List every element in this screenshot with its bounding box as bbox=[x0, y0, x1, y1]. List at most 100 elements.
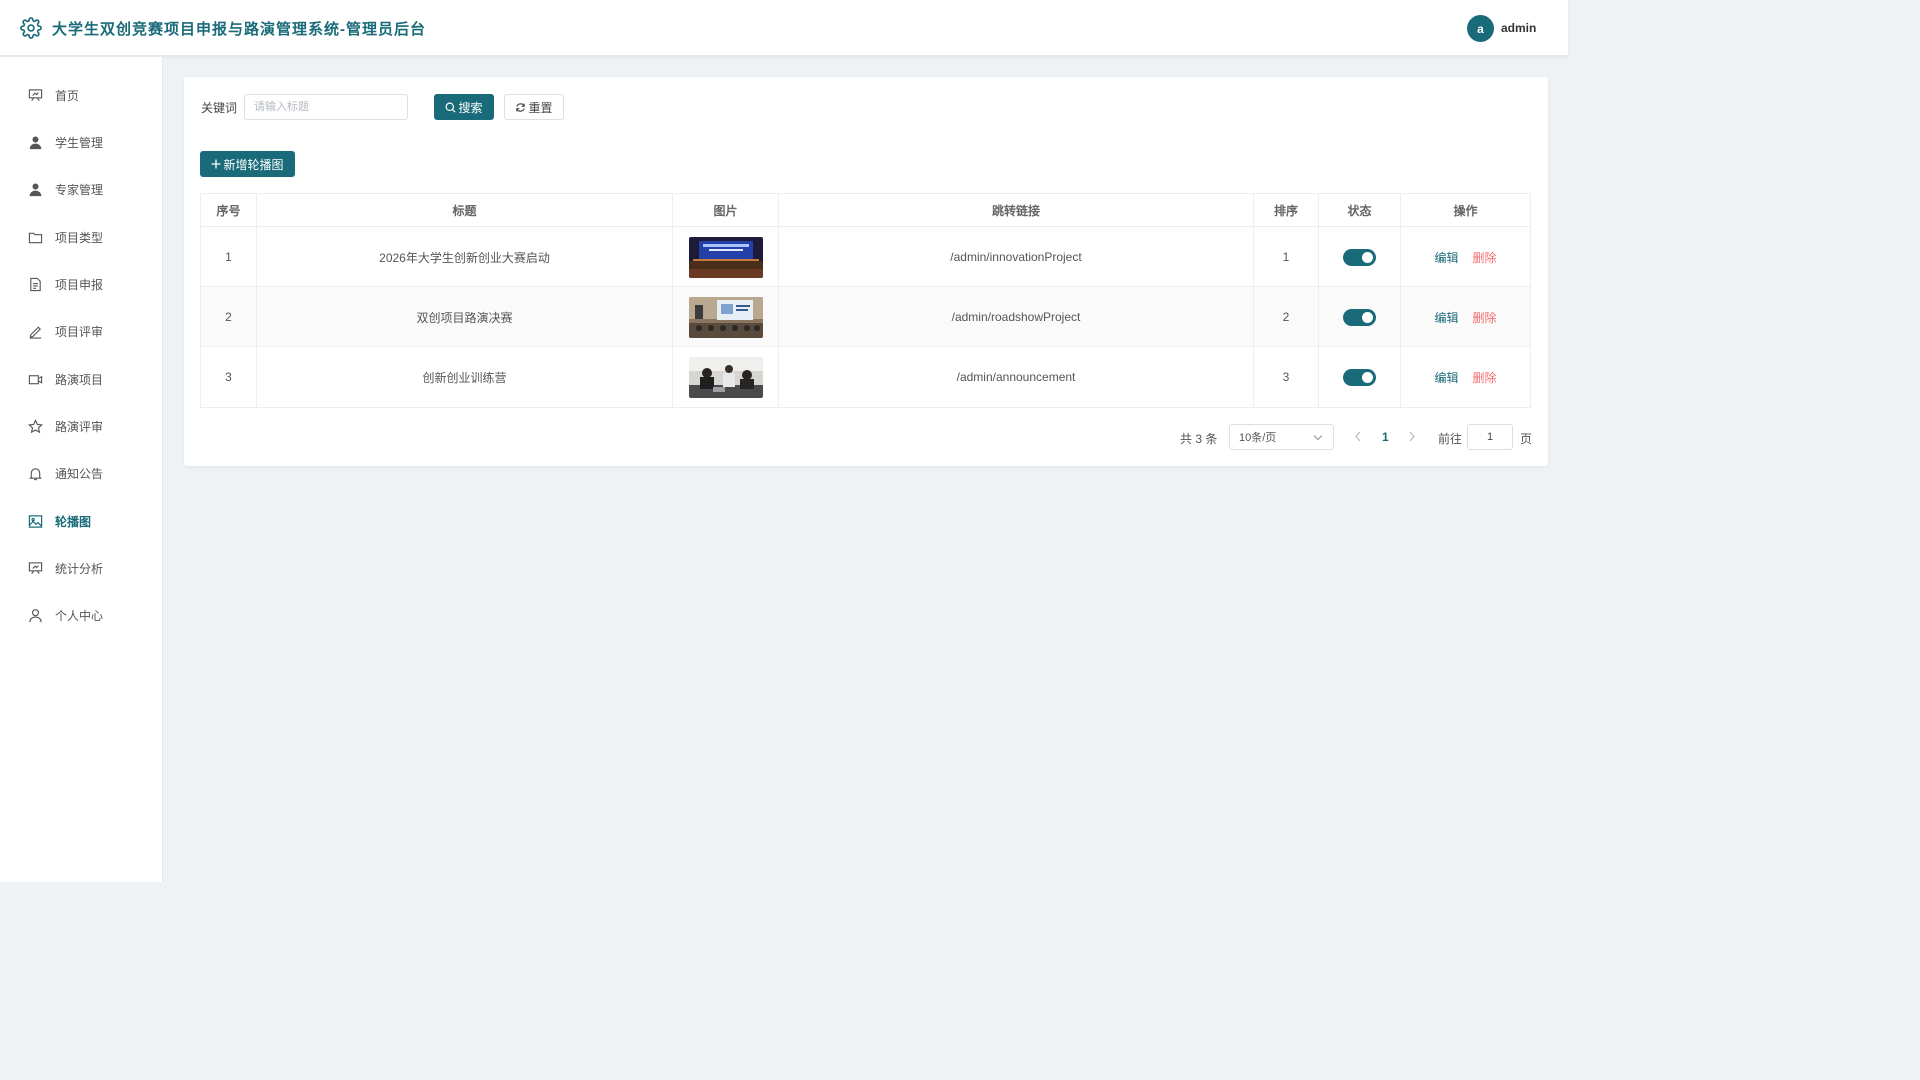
cell-actions: 编辑 删除 bbox=[1401, 287, 1530, 347]
search-button[interactable]: 搜索 bbox=[434, 94, 494, 120]
workshop-team-thumbnail[interactable] bbox=[688, 356, 763, 398]
sidebar-item-project-review[interactable]: 项目评审 bbox=[0, 311, 162, 351]
sidebar: 首页 学生管理 专家管理 项目类型 项目申报 项目评审 路演项目 路演评审 通知… bbox=[0, 57, 163, 882]
page-suffix-label: 页 bbox=[1520, 432, 1533, 446]
sidebar-item-statistics[interactable]: 统计分析 bbox=[0, 548, 162, 588]
page-size-value: 10条/页 bbox=[1239, 432, 1277, 444]
cell-status bbox=[1319, 227, 1401, 287]
column-header-index: 序号 bbox=[201, 194, 257, 226]
sidebar-item-label: 专家管理 bbox=[55, 182, 104, 197]
avatar[interactable]: a bbox=[1467, 15, 1494, 42]
cell-link: /admin/roadshowProject bbox=[779, 287, 1254, 347]
add-carousel-button[interactable]: 新增轮播图 bbox=[200, 151, 295, 177]
delete-link[interactable]: 删除 bbox=[1473, 249, 1497, 266]
bell-icon bbox=[28, 467, 43, 480]
plus-icon bbox=[211, 159, 221, 169]
sidebar-item-label: 项目评审 bbox=[55, 324, 104, 339]
cell-image bbox=[673, 347, 779, 407]
sidebar-item-label: 路演项目 bbox=[55, 372, 104, 387]
status-toggle[interactable] bbox=[1343, 248, 1376, 266]
cell-title: 2026年大学生创新创业大赛启动 bbox=[257, 227, 673, 287]
reset-button-label: 重置 bbox=[528, 100, 553, 115]
sidebar-item-carousel[interactable]: 轮播图 bbox=[0, 501, 162, 541]
column-header-sort: 排序 bbox=[1254, 194, 1319, 226]
status-toggle[interactable] bbox=[1343, 308, 1376, 326]
search-button-label: 搜索 bbox=[458, 100, 483, 115]
sidebar-item-label: 学生管理 bbox=[55, 135, 104, 150]
cell-title: 双创项目路演决赛 bbox=[257, 287, 673, 347]
cell-link: /admin/announcement bbox=[779, 347, 1254, 407]
sidebar-item-label: 轮播图 bbox=[55, 514, 92, 529]
cell-status bbox=[1319, 347, 1401, 407]
user-filled-icon bbox=[29, 136, 42, 149]
cell-index: 2 bbox=[201, 287, 257, 347]
column-header-actions: 操作 bbox=[1453, 203, 1478, 218]
gear-icon bbox=[20, 17, 42, 39]
cell-index: 1 bbox=[201, 227, 257, 287]
username-label[interactable]: admin bbox=[1501, 21, 1536, 35]
cell-image bbox=[673, 227, 779, 287]
sidebar-item-home[interactable]: 首页 bbox=[0, 75, 162, 115]
page-number-current[interactable]: 1 bbox=[1382, 430, 1389, 444]
status-toggle[interactable] bbox=[1343, 368, 1376, 386]
table-row: 3 创新创业训练营 /admin/announcement 3 编辑 删除 bbox=[201, 347, 1530, 407]
edit-link[interactable]: 编辑 bbox=[1434, 249, 1458, 266]
table-row: 2 双创项目路演决赛 /admin/roadshowProject 2 编辑 删… bbox=[201, 287, 1530, 347]
user-filled-icon bbox=[29, 183, 42, 196]
sidebar-item-label: 通知公告 bbox=[55, 466, 104, 481]
carousel-table: 序号 标题 图片 跳转链接 排序 状态 操作 1 2026年大学生创新创业大赛启… bbox=[200, 193, 1531, 408]
sidebar-item-label: 个人中心 bbox=[55, 608, 104, 623]
sidebar-item-experts[interactable]: 专家管理 bbox=[0, 169, 162, 209]
table-row: 1 2026年大学生创新创业大赛启动 /admin/innovationProj… bbox=[201, 227, 1530, 287]
sidebar-item-project-types[interactable]: 项目类型 bbox=[0, 217, 162, 257]
edit-link[interactable]: 编辑 bbox=[1434, 309, 1458, 326]
presentation-board-icon bbox=[28, 88, 43, 101]
edit-pen-icon bbox=[29, 325, 42, 339]
cell-title: 创新创业训练营 bbox=[257, 347, 673, 407]
cell-sort: 3 bbox=[1254, 347, 1319, 407]
sidebar-item-roadshow-projects[interactable]: 路演项目 bbox=[0, 359, 162, 399]
top-header: 大学生双创竞赛项目申报与路演管理系统-管理员后台 a admin bbox=[0, 0, 1568, 56]
reset-button[interactable]: 重置 bbox=[504, 94, 564, 120]
sidebar-item-notices[interactable]: 通知公告 bbox=[0, 453, 162, 493]
cell-index: 3 bbox=[201, 347, 257, 407]
goto-label: 前往 bbox=[1438, 432, 1463, 446]
presentation-board-icon bbox=[28, 561, 43, 574]
cell-actions: 编辑 删除 bbox=[1401, 347, 1530, 407]
chevron-left-icon[interactable] bbox=[1354, 431, 1362, 442]
cell-link: /admin/innovationProject bbox=[779, 227, 1254, 287]
cell-actions: 编辑 删除 bbox=[1401, 227, 1530, 287]
cell-sort: 1 bbox=[1254, 227, 1319, 287]
presentation-room-thumbnail[interactable] bbox=[688, 296, 763, 338]
folder-icon bbox=[28, 232, 43, 243]
sidebar-item-students[interactable]: 学生管理 bbox=[0, 122, 162, 162]
delete-link[interactable]: 删除 bbox=[1473, 309, 1497, 326]
column-header-link: 跳转链接 bbox=[779, 194, 1254, 226]
refresh-icon bbox=[516, 102, 526, 112]
sidebar-item-label: 首页 bbox=[55, 88, 80, 103]
sidebar-item-label: 项目类型 bbox=[55, 230, 104, 245]
sidebar-item-profile[interactable]: 个人中心 bbox=[0, 595, 162, 635]
keyword-input[interactable] bbox=[244, 94, 408, 120]
edit-link[interactable]: 编辑 bbox=[1434, 369, 1458, 386]
chevron-right-icon[interactable] bbox=[1408, 431, 1416, 442]
pagination-total: 共 3 条 bbox=[1180, 432, 1218, 446]
table-header: 序号 标题 图片 跳转链接 排序 状态 操作 bbox=[201, 194, 1530, 227]
conference-stage-thumbnail[interactable] bbox=[688, 236, 763, 278]
document-icon bbox=[30, 277, 41, 291]
sidebar-item-roadshow-review[interactable]: 路演评审 bbox=[0, 406, 162, 446]
goto-page-input[interactable] bbox=[1467, 424, 1513, 450]
chevron-down-icon bbox=[1313, 435, 1323, 441]
column-header-image: 图片 bbox=[673, 194, 779, 226]
add-carousel-button-label: 新增轮播图 bbox=[223, 157, 284, 172]
delete-link[interactable]: 删除 bbox=[1473, 369, 1497, 386]
sidebar-item-label: 项目申报 bbox=[55, 277, 104, 292]
column-header-status: 状态 bbox=[1319, 194, 1401, 226]
cell-image bbox=[673, 287, 779, 347]
carousel-management-card: 关键词 搜索 重置 新增轮播图 序号 标题 图片 跳转链接 排序 状态 操作 1… bbox=[184, 77, 1548, 466]
cell-status bbox=[1319, 287, 1401, 347]
star-icon bbox=[28, 418, 43, 433]
page-size-select[interactable]: 10条/页 bbox=[1229, 424, 1334, 450]
sidebar-item-project-apply[interactable]: 项目申报 bbox=[0, 264, 162, 304]
sidebar-item-label: 统计分析 bbox=[55, 561, 104, 576]
